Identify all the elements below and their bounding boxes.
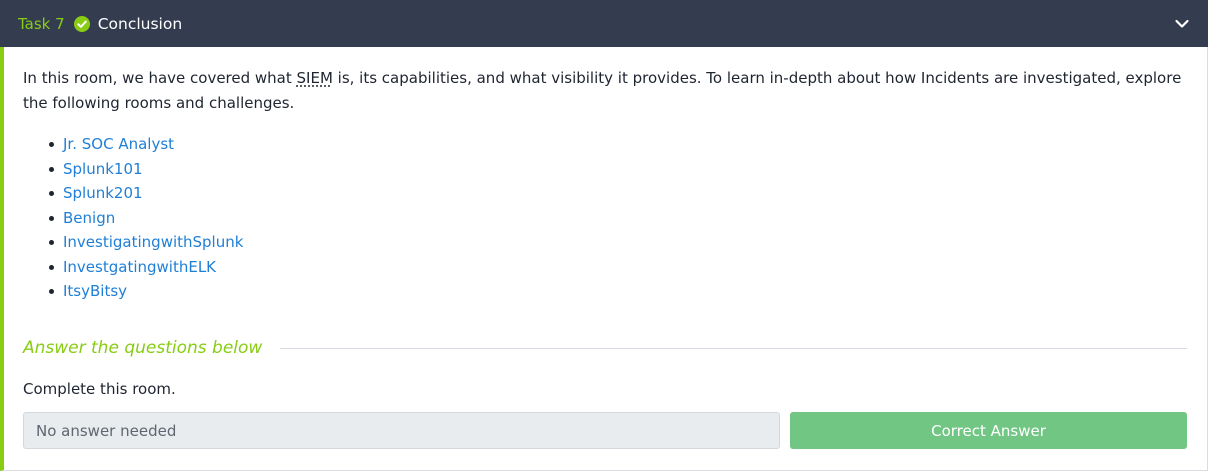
room-link-jr-soc-analyst[interactable]: Jr. SOC Analyst: [63, 135, 174, 153]
room-link-investigating-with-splunk[interactable]: InvestigatingwithSplunk: [63, 233, 243, 251]
list-item: InvestgatingwithELK: [47, 255, 243, 280]
divider: [280, 347, 1187, 349]
list-item: Jr. SOC Analyst: [47, 132, 243, 157]
list-item: Benign: [47, 206, 243, 231]
check-circle-icon: [73, 15, 90, 32]
answer-section-header: Answer the questions below: [23, 338, 1187, 358]
room-list: Jr. SOC Analyst Splunk101 Splunk201 Beni…: [47, 132, 243, 304]
list-item: InvestigatingwithSplunk: [47, 230, 243, 255]
siem-abbreviation: SIEM: [296, 69, 333, 87]
chevron-down-icon[interactable]: [1174, 16, 1190, 32]
intro-text-before: In this room, we have covered what: [23, 69, 297, 87]
room-link-splunk101[interactable]: Splunk101: [63, 160, 143, 178]
task-card: Task 7 Conclusion In this room, we have …: [0, 0, 1208, 471]
room-link-splunk201[interactable]: Splunk201: [63, 184, 143, 202]
answer-heading: Answer the questions below: [23, 338, 263, 358]
list-item: Splunk101: [47, 157, 243, 182]
list-item: Splunk201: [47, 181, 243, 206]
task-number: Task 7: [18, 14, 65, 33]
intro-paragraph: In this room, we have covered what SIEM …: [23, 66, 1187, 115]
correct-answer-button[interactable]: Correct Answer: [790, 412, 1187, 449]
task-header[interactable]: Task 7 Conclusion: [0, 0, 1208, 47]
answer-input[interactable]: [23, 412, 780, 449]
task-body: In this room, we have covered what SIEM …: [23, 66, 1187, 449]
room-link-benign[interactable]: Benign: [63, 209, 115, 227]
task-title: Conclusion: [97, 14, 183, 33]
room-link-investigating-with-elk[interactable]: InvestgatingwithELK: [63, 258, 216, 276]
room-link-itsybitsy[interactable]: ItsyBitsy: [63, 282, 127, 300]
question-text: Complete this room.: [23, 380, 176, 398]
list-item: ItsyBitsy: [47, 279, 243, 304]
